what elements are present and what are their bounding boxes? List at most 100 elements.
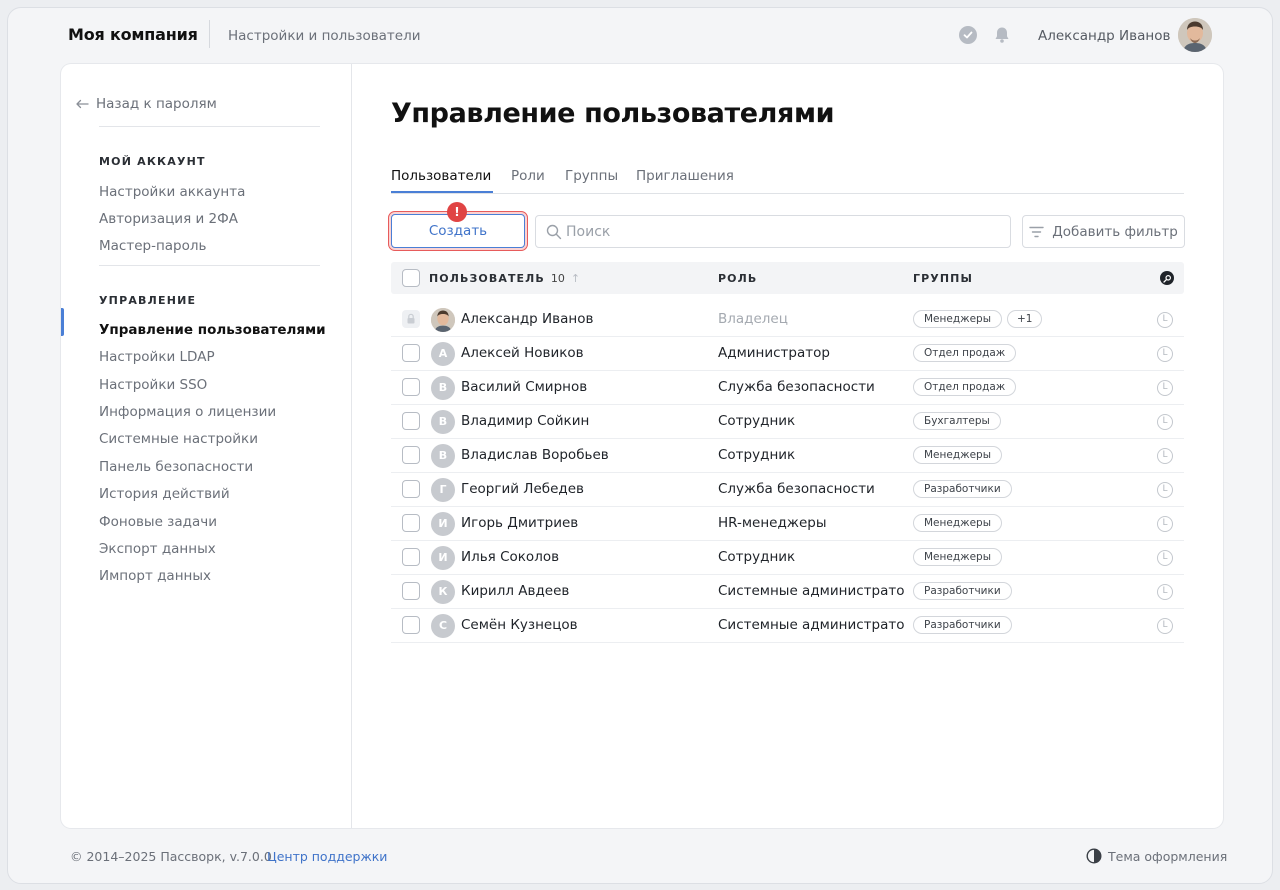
sidebar-item-data-import[interactable]: Импорт данных — [99, 568, 211, 584]
error-badge: ! — [447, 202, 467, 222]
group-chip[interactable]: Бухгалтеры — [913, 412, 1001, 430]
sidebar-item-security-panel[interactable]: Панель безопасности — [99, 459, 253, 475]
sidebar-item-system-settings[interactable]: Системные настройки — [99, 431, 258, 447]
table-row[interactable]: И Игорь Дмитриев HR-менеджеры Менеджеры … — [391, 507, 1184, 541]
theme-label: Тема оформления — [1108, 848, 1228, 864]
user-name[interactable]: Илья Соколов — [461, 549, 559, 565]
row-checkbox[interactable] — [402, 378, 420, 396]
table-row[interactable]: В Василий Смирнов Служба безопасности От… — [391, 371, 1184, 405]
page-title: Управление пользователями — [391, 98, 835, 129]
sidebar-item-license[interactable]: Информация о лицензии — [99, 404, 276, 420]
sidebar-item-user-management[interactable]: Управление пользователями — [99, 322, 326, 338]
tab-groups[interactable]: Группы — [565, 168, 618, 184]
company-name[interactable]: Моя компания — [68, 25, 198, 44]
user-count: 10 — [550, 272, 565, 285]
clock-icon[interactable]: L — [1157, 448, 1173, 464]
row-checkbox[interactable] — [402, 514, 420, 532]
row-checkbox[interactable] — [402, 446, 420, 464]
table-row[interactable]: К Кирилл Авдеев Системные администраторы… — [391, 575, 1184, 609]
group-chip[interactable]: Менеджеры — [913, 446, 1002, 464]
group-chip[interactable]: Отдел продаж — [913, 344, 1017, 362]
table-row[interactable]: С Семён Кузнецов Системные администратор… — [391, 609, 1184, 643]
row-checkbox[interactable] — [402, 548, 420, 566]
user-name[interactable]: Владислав Воробьев — [461, 447, 609, 463]
column-header-groups[interactable]: ГРУППЫ — [913, 272, 973, 285]
sidebar-item-auth-2fa[interactable]: Авторизация и 2ФА — [99, 211, 238, 227]
group-chip[interactable]: Менеджеры — [913, 310, 1002, 328]
theme-toggle[interactable]: Тема оформления — [1086, 848, 1227, 864]
user-name[interactable]: Алексей Новиков — [461, 345, 584, 361]
user-name[interactable]: Игорь Дмитриев — [461, 515, 578, 531]
row-checkbox[interactable] — [402, 412, 420, 430]
avatar: А — [431, 342, 455, 366]
user-name[interactable]: Кирилл Авдеев — [461, 583, 569, 599]
column-header-role[interactable]: РОЛЬ — [718, 272, 757, 285]
support-center-link[interactable]: Центр поддержки — [267, 849, 387, 864]
back-to-passwords-link[interactable]: Назад к паролям — [75, 96, 217, 112]
tab-users[interactable]: Пользователи — [391, 168, 491, 184]
group-chip[interactable]: Менеджеры — [913, 548, 1002, 566]
group-chip[interactable]: Разработчики — [913, 480, 1012, 498]
clock-icon[interactable]: L — [1157, 550, 1173, 566]
clock-icon[interactable]: L — [1157, 482, 1173, 498]
bell-icon[interactable] — [992, 25, 1012, 45]
clock-icon[interactable]: L — [1157, 584, 1173, 600]
sidebar-item-data-export[interactable]: Экспорт данных — [99, 541, 216, 557]
check-circle-icon[interactable] — [959, 26, 977, 44]
row-checkbox[interactable] — [402, 480, 420, 498]
active-tab-underline — [391, 191, 493, 193]
row-checkbox[interactable] — [402, 582, 420, 600]
table-row[interactable]: В Владимир Сойкин Сотрудник Бухгалтеры L — [391, 405, 1184, 439]
row-checkbox[interactable] — [402, 616, 420, 634]
user-name[interactable]: Василий Смирнов — [461, 379, 587, 395]
tab-invitations[interactable]: Приглашения — [636, 168, 734, 184]
user-role: Сотрудник — [718, 413, 796, 429]
column-header-user[interactable]: ПОЛЬЗОВАТЕЛЬ 10 ↑ — [429, 272, 580, 285]
search-box — [535, 215, 1011, 248]
avatar: С — [431, 614, 455, 638]
sidebar-item-activity-history[interactable]: История действий — [99, 486, 230, 502]
more-groups-chip[interactable]: +1 — [1006, 310, 1043, 328]
group-chip[interactable]: Разработчики — [913, 582, 1012, 600]
tab-bar: Пользователи Роли Группы Приглашения — [391, 162, 1184, 194]
table-row[interactable]: Г Георгий Лебедев Служба безопасности Ра… — [391, 473, 1184, 507]
group-chip[interactable]: Менеджеры — [913, 514, 1002, 532]
add-filter-button[interactable]: Добавить фильтр — [1022, 215, 1185, 248]
sidebar-item-ldap[interactable]: Настройки LDAP — [99, 349, 215, 365]
key-icon[interactable] — [1160, 271, 1174, 285]
user-name[interactable]: Владимир Сойкин — [461, 413, 589, 429]
clock-icon[interactable]: L — [1157, 312, 1173, 328]
tab-roles[interactable]: Роли — [511, 168, 545, 184]
row-checkbox[interactable] — [402, 344, 420, 362]
user-name[interactable]: Георгий Лебедев — [461, 481, 584, 497]
clock-icon[interactable]: L — [1157, 346, 1173, 362]
sidebar-item-master-password[interactable]: Мастер-пароль — [99, 238, 206, 254]
user-avatar[interactable] — [1178, 18, 1212, 52]
user-name[interactable]: Семён Кузнецов — [461, 617, 578, 633]
section-title-my-account: МОЙ АККАУНТ — [99, 155, 206, 168]
clock-icon[interactable]: L — [1157, 380, 1173, 396]
sidebar-divider — [99, 126, 320, 127]
clock-icon[interactable]: L — [1157, 618, 1173, 634]
top-header: Моя компания Настройки и пользователи Ал… — [8, 8, 1272, 64]
clock-icon[interactable]: L — [1157, 516, 1173, 532]
clock-icon[interactable]: L — [1157, 414, 1173, 430]
table-row[interactable]: А Алексей Новиков Администратор Отдел пр… — [391, 337, 1184, 371]
select-all-checkbox[interactable] — [402, 269, 420, 287]
user-name[interactable]: Александр Иванов — [461, 311, 593, 327]
group-chip[interactable]: Разработчики — [913, 616, 1012, 634]
user-groups: Отдел продаж — [913, 344, 1017, 362]
sidebar-item-account-settings[interactable]: Настройки аккаунта — [99, 184, 245, 200]
sort-arrow-up-icon[interactable]: ↑ — [571, 272, 580, 285]
user-groups: Разработчики — [913, 480, 1012, 498]
user-role: Служба безопасности — [718, 379, 875, 395]
sidebar-item-background-tasks[interactable]: Фоновые задачи — [99, 514, 217, 530]
search-input[interactable] — [566, 216, 1006, 247]
current-user-name[interactable]: Александр Иванов — [1038, 28, 1170, 44]
sidebar-item-sso[interactable]: Настройки SSO — [99, 377, 207, 393]
table-row[interactable]: И Илья Соколов Сотрудник Менеджеры L — [391, 541, 1184, 575]
table-row[interactable]: В Владислав Воробьев Сотрудник Менеджеры… — [391, 439, 1184, 473]
group-chip[interactable]: Отдел продаж — [913, 378, 1017, 396]
table-row[interactable]: Александр Иванов Владелец Менеджеры +1 L — [391, 303, 1184, 337]
add-filter-label: Добавить фильтр — [1052, 223, 1178, 240]
